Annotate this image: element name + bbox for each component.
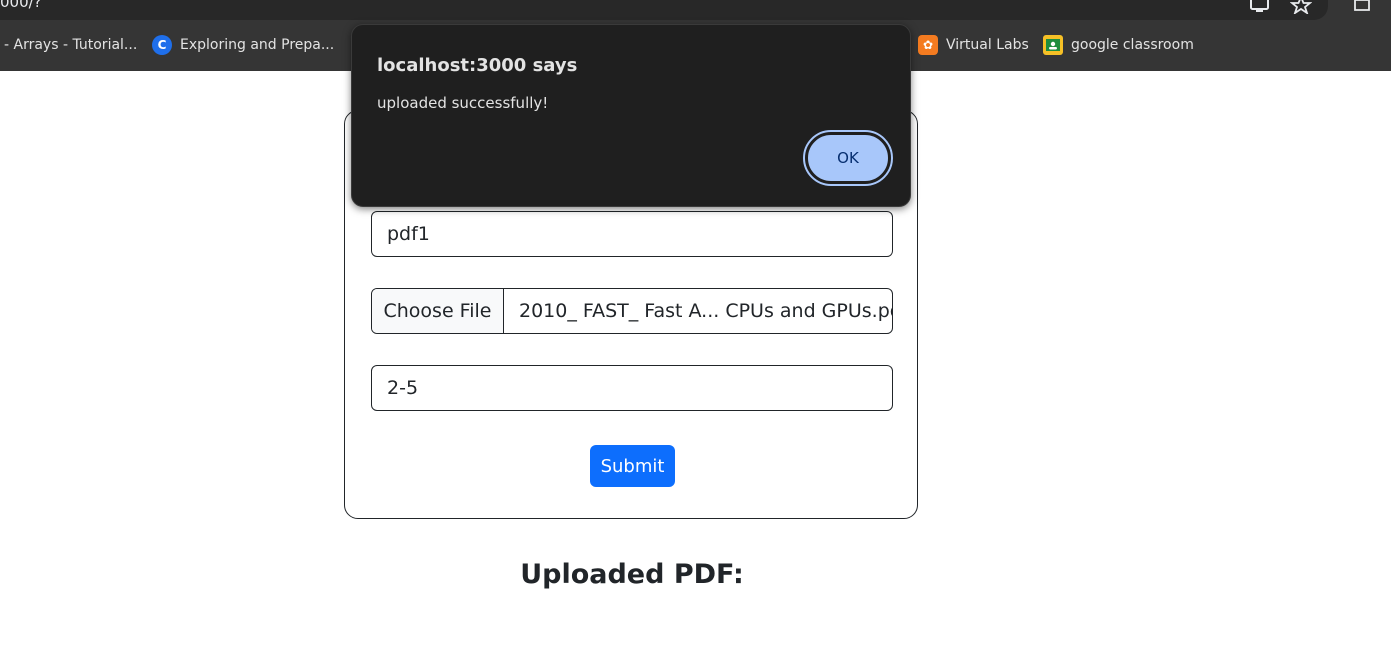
virtual-labs-icon: ✿ [918,35,938,55]
address-bar-url: 000/? [0,0,42,11]
bookmark-label: Exploring and Prepa... [180,37,335,53]
uploaded-pdf-heading: Uploaded PDF: [520,559,744,590]
choose-file-button[interactable]: Choose File [372,289,504,333]
page-range-input[interactable]: 2-5 [371,365,893,411]
dialog-message: uploaded successfully! [377,94,549,112]
star-bookmark-icon[interactable] [1289,0,1313,16]
bookmark-virtual-labs[interactable]: ✿ Virtual Labs [918,34,1029,56]
submit-button[interactable]: Submit [590,445,675,487]
page-range-value: 2-5 [387,377,419,399]
ok-button[interactable]: OK [803,130,893,186]
browser-toolbar: 000/? [0,0,1391,20]
selected-file-name: 2010_ FAST_ Fast A... CPUs and GPUs.pdf [519,300,892,322]
bookmark-arrays[interactable]: - Arrays - Tutorial... [4,34,137,56]
coursera-icon: C [152,35,172,55]
alert-dialog: localhost:3000 says uploaded successfull… [351,24,911,207]
pdf-name-value: pdf1 [387,223,430,245]
cast-icon[interactable] [1249,0,1271,14]
bookmark-label: - Arrays - Tutorial... [4,37,138,53]
address-bar[interactable]: 000/? [0,0,1328,20]
dialog-title: localhost:3000 says [377,55,578,76]
bookmark-label: google classroom [1071,37,1194,53]
bookmark-exploring[interactable]: C Exploring and Prepa... [152,34,334,56]
extensions-icon[interactable] [1352,0,1374,14]
google-classroom-icon [1043,35,1063,55]
bookmark-label: Virtual Labs [946,37,1029,53]
file-input[interactable]: Choose File 2010_ FAST_ Fast A... CPUs a… [371,288,893,334]
pdf-name-input[interactable]: pdf1 [371,211,893,257]
bookmark-google-classroom[interactable]: google classroom [1043,34,1194,56]
